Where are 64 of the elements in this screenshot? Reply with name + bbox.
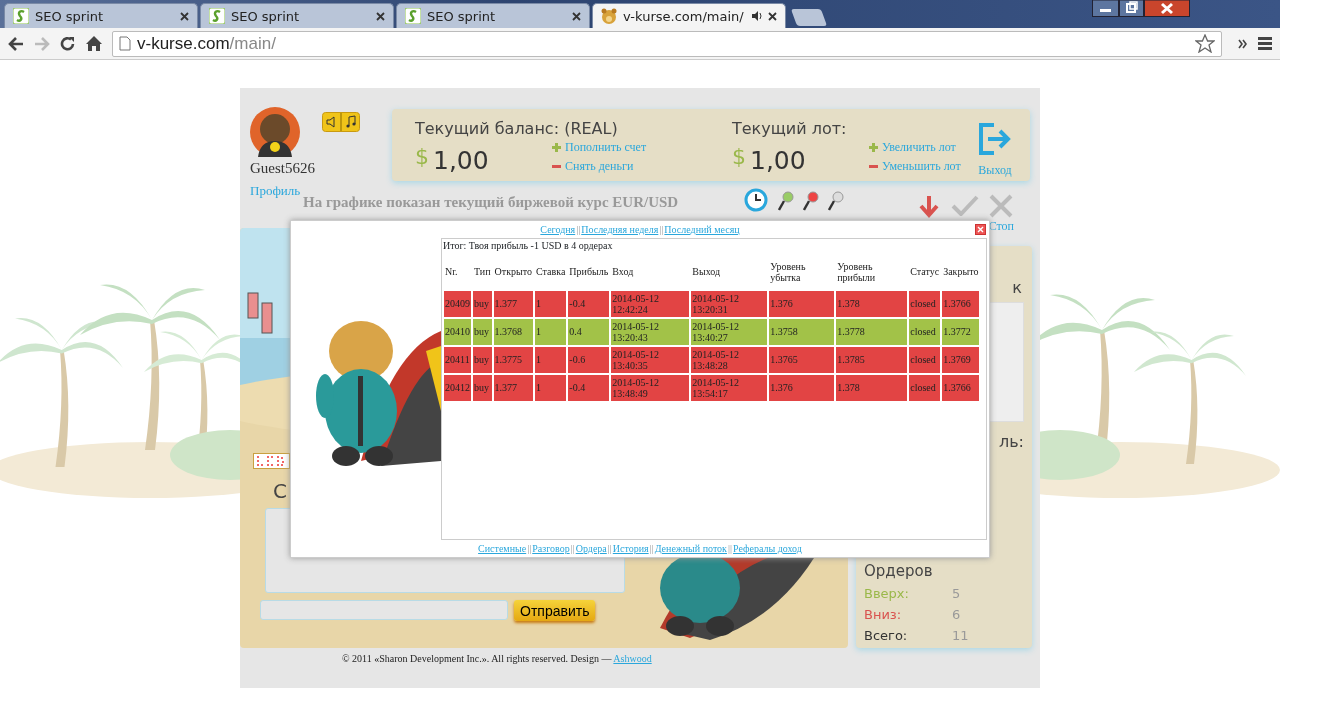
sprint-icon — [13, 8, 29, 24]
exit-button[interactable]: Выход — [978, 123, 1012, 181]
currency-sign: $ — [732, 144, 746, 169]
exit-icon — [978, 123, 1012, 155]
avatar-icon — [250, 107, 300, 157]
extensions-chevron-icon[interactable] — [1238, 38, 1248, 49]
browser-tab[interactable]: SEO sprint — [200, 3, 394, 28]
add-link[interactable]: Пополнить счет — [552, 138, 647, 157]
browser-tab[interactable]: SEO sprint — [4, 3, 198, 28]
close-icon[interactable] — [1144, 0, 1190, 17]
plus-icon — [869, 143, 878, 152]
username: Guest5626 — [250, 159, 316, 178]
hamster-icon — [601, 8, 617, 24]
zoom-icon[interactable] — [803, 190, 819, 212]
zoom-icon[interactable] — [778, 190, 794, 212]
plus-icon — [552, 143, 561, 152]
restore-icon[interactable] — [1119, 0, 1144, 17]
bookmark-star-icon[interactable] — [1195, 34, 1215, 53]
minus-icon — [552, 162, 561, 171]
sprint-icon — [209, 8, 225, 24]
tab-title: SEO sprint — [427, 8, 497, 24]
url-text: v-kurse.com/main/ — [137, 33, 277, 54]
remove-link[interactable]: Снять деньги — [552, 157, 647, 176]
sound-music-toggle-icon[interactable] — [322, 112, 360, 132]
orders-label: Вниз: — [864, 607, 903, 622]
profile-link[interactable]: Профиль — [250, 183, 301, 199]
add-link[interactable]: Увеличить лот — [869, 138, 961, 157]
browser-tab[interactable]: SEO sprint — [396, 3, 590, 28]
orders-count: 5 — [952, 586, 961, 601]
sprint-icon — [405, 8, 421, 24]
orders-count: 6 — [952, 607, 961, 622]
chart-caption: На графике показан текущий биржевой курс EUR/USD — [303, 194, 680, 211]
orders-label: Всего: — [864, 628, 909, 643]
orders-label: Вверх: — [864, 586, 910, 601]
tab-title: SEO sprint — [231, 8, 301, 24]
close-icon[interactable] — [572, 11, 581, 21]
balance-label: Текущий баланс: (REAL) — [415, 119, 619, 138]
designer-link[interactable]: Ashwood — [613, 653, 652, 664]
close-icon[interactable] — [180, 11, 189, 21]
home-icon[interactable] — [86, 36, 102, 51]
currency-sign: $ — [415, 144, 429, 169]
minus-icon — [869, 162, 878, 171]
close-icon[interactable] — [376, 11, 385, 21]
new-tab-button[interactable] — [790, 9, 828, 26]
tab-title: v-kurse.com/main/ — [623, 8, 745, 24]
minimize-icon[interactable] — [1092, 0, 1119, 17]
orders-title: Ордеров — [864, 562, 934, 580]
orders-count: 11 — [952, 628, 969, 643]
remove-link[interactable]: Уменьшить лот — [869, 157, 961, 176]
balance-label: Текущий лот: — [732, 119, 848, 138]
close-icon[interactable] — [768, 11, 777, 21]
tab-title: SEO sprint — [35, 8, 105, 24]
history-clock-icon[interactable] — [743, 188, 769, 212]
footer-text: © 2011 «Sharon Development Inc.». All rights reserved. Design — Ashwood — [341, 652, 653, 666]
page-icon — [119, 36, 131, 51]
browser-tab[interactable]: v-kurse.com/main/ — [592, 3, 786, 28]
reload-icon[interactable] — [60, 35, 76, 52]
amount: 1,00 — [750, 146, 807, 175]
amount: 1,00 — [433, 146, 490, 175]
zoom-icon[interactable] — [828, 190, 844, 212]
back-icon[interactable] — [8, 36, 24, 51]
checkmark-icon[interactable] — [950, 194, 979, 216]
address-bar[interactable]: v-kurse.com/main/ — [112, 30, 1222, 57]
menu-icon[interactable] — [1258, 37, 1272, 50]
